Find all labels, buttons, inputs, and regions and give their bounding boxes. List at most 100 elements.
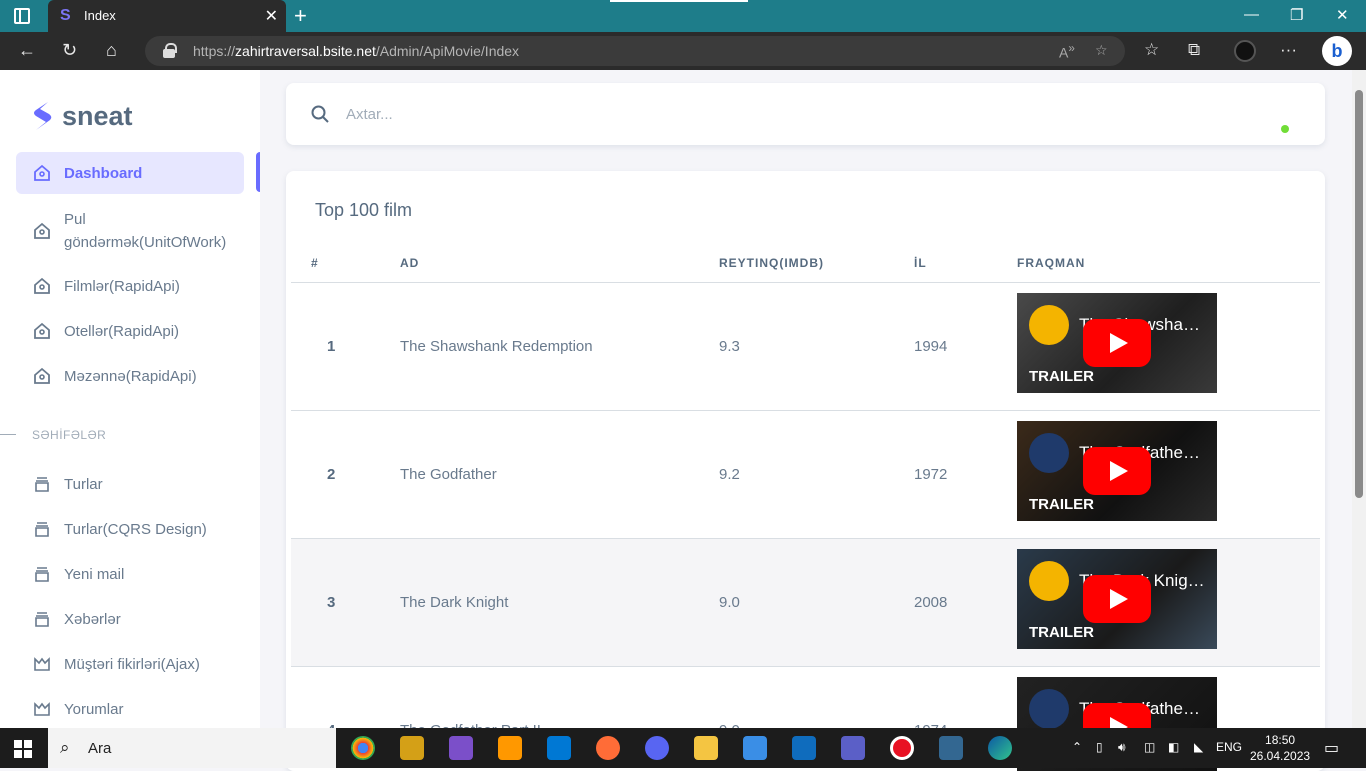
- sidebar-item-tours-cqrs[interactable]: Turlar(CQRS Design): [16, 518, 244, 540]
- channel-avatar-icon[interactable]: [1029, 305, 1069, 345]
- collections-icon[interactable]: ⧉: [1188, 40, 1200, 60]
- app-icon[interactable]: [400, 736, 424, 760]
- record-icon[interactable]: [890, 736, 914, 760]
- sidebar-item-comments[interactable]: Yorumlar: [16, 698, 244, 720]
- chrome-icon[interactable]: [351, 736, 375, 760]
- table-header: # AD REYTINQ(IMDB) İL FRAQMAN: [291, 249, 1320, 283]
- sidebar-item-label: Otellər(RapidApi): [64, 322, 180, 340]
- home-icon[interactable]: ⌂: [106, 40, 117, 61]
- sidebar-item-label: Xəbərlər: [64, 610, 121, 628]
- camera-icon[interactable]: ◫: [1144, 740, 1155, 754]
- sidebar-item-exchange-rates[interactable]: Məzənnə(RapidApi): [16, 365, 244, 387]
- vscode-icon[interactable]: [547, 736, 571, 760]
- trailer-watermark: TRAILER: [1029, 624, 1094, 641]
- table-row: 1 The Shawshank Redemption 9.3 1994 The …: [291, 283, 1320, 411]
- row-movie-name: The Shawshank Redemption: [400, 338, 593, 355]
- sidebar-item-label: Yorumlar: [64, 700, 124, 718]
- home-icon: [34, 367, 50, 384]
- column-header-year: İL: [914, 256, 927, 270]
- online-status-dot: [1281, 125, 1289, 133]
- browser-address-bar: ← ↻ ⌂ https://zahirtraversal.bsite.net/A…: [0, 32, 1366, 70]
- remote-desktop-icon[interactable]: [743, 736, 767, 760]
- trailer-video[interactable]: The Shawsha… TRAILER: [1017, 293, 1217, 393]
- refresh-icon[interactable]: ↻: [62, 40, 77, 61]
- browser-tab[interactable]: S Index ✕: [48, 0, 286, 32]
- row-rating: 9.0: [719, 594, 740, 611]
- lock-icon[interactable]: [163, 43, 177, 58]
- channel-avatar-icon[interactable]: [1029, 433, 1069, 473]
- system-clock[interactable]: 18:50 26.04.2023: [1250, 732, 1310, 764]
- close-tab-icon[interactable]: ✕: [265, 6, 278, 26]
- minimize-icon[interactable]: —: [1244, 6, 1259, 23]
- youtube-play-icon[interactable]: [1083, 319, 1151, 367]
- visual-studio-icon[interactable]: [449, 736, 473, 760]
- sidebar-item-hotels[interactable]: Otellər(RapidApi): [16, 320, 244, 342]
- home-icon: [34, 222, 50, 239]
- sidebar-item-new-mail[interactable]: Yeni mail: [16, 563, 244, 585]
- crown-icon: [34, 702, 50, 716]
- sidebar-item-dashboard[interactable]: Dashboard: [16, 152, 244, 194]
- tab-actions-icon[interactable]: [14, 8, 30, 24]
- add-favorite-icon[interactable]: ☆: [1095, 42, 1108, 59]
- row-movie-name: The Dark Knight: [400, 594, 509, 611]
- bing-icon[interactable]: b: [1322, 36, 1352, 66]
- tab-title: Index: [84, 8, 116, 23]
- file-explorer-icon[interactable]: [694, 736, 718, 760]
- search-icon[interactable]: [310, 104, 330, 124]
- url-field[interactable]: https://zahirtraversal.bsite.net/Admin/A…: [145, 36, 1125, 66]
- sneat-logo-icon: [30, 100, 54, 132]
- trailer-watermark: TRAILER: [1029, 496, 1094, 513]
- mail-icon[interactable]: [792, 736, 816, 760]
- brand[interactable]: sneat: [30, 100, 133, 132]
- pgadmin-icon[interactable]: [939, 736, 963, 760]
- windows-taskbar: ⌕ Ara ⌃ ▯ 🔊︎ ◫ ◧ ◣ ENG 18:50 26.04.2023 …: [0, 728, 1366, 768]
- sidebar-item-label: Turlar(CQRS Design): [64, 520, 207, 538]
- home-icon: [34, 164, 50, 181]
- sidebar-item-movies[interactable]: Filmlər(RapidApi): [16, 275, 244, 297]
- favorites-icon[interactable]: ☆: [1144, 40, 1159, 60]
- sidebar-item-money-transfer[interactable]: Pul göndərmək(UnitOfWork): [16, 207, 244, 255]
- trailer-watermark: TRAILER: [1029, 368, 1094, 385]
- app-icon[interactable]: [841, 736, 865, 760]
- battery-icon[interactable]: ▯: [1096, 740, 1103, 754]
- page-scrollbar-thumb[interactable]: [1355, 90, 1363, 498]
- windows-start-icon[interactable]: [14, 740, 32, 758]
- layers-icon: [35, 522, 49, 537]
- row-rank: 2: [327, 466, 336, 483]
- clock-time: 18:50: [1265, 733, 1296, 747]
- close-window-icon[interactable]: ✕: [1336, 6, 1349, 24]
- discord-icon[interactable]: [645, 736, 669, 760]
- channel-avatar-icon[interactable]: [1029, 689, 1069, 729]
- sidebar-item-testimonials[interactable]: Müştəri fikirləri(Ajax): [16, 653, 244, 675]
- restore-icon[interactable]: ❐: [1290, 6, 1303, 24]
- new-tab-icon[interactable]: +: [294, 3, 307, 29]
- wifi-icon[interactable]: ◣: [1194, 740, 1203, 754]
- volume-icon[interactable]: 🔊︎: [1118, 740, 1126, 755]
- network-icon[interactable]: ◧: [1168, 740, 1179, 754]
- search-input[interactable]: [346, 101, 746, 127]
- youtube-play-icon[interactable]: [1083, 575, 1151, 623]
- back-icon[interactable]: ←: [18, 40, 36, 61]
- youtube-play-icon[interactable]: [1083, 447, 1151, 495]
- trailer-video[interactable]: The Godfathe… TRAILER: [1017, 421, 1217, 521]
- language-indicator[interactable]: ENG: [1216, 740, 1242, 754]
- sidebar-item-label: Filmlər(RapidApi): [64, 277, 180, 295]
- layers-icon: [35, 612, 49, 627]
- more-options-icon[interactable]: ···: [1280, 40, 1297, 60]
- postman-icon[interactable]: [596, 736, 620, 760]
- taskbar-search[interactable]: ⌕ Ara: [48, 728, 336, 768]
- read-aloud-icon[interactable]: A»: [1059, 42, 1075, 61]
- edge-icon[interactable]: [988, 736, 1012, 760]
- column-header-rank: #: [311, 256, 319, 270]
- profile-avatar[interactable]: [1234, 40, 1256, 62]
- sidebar-item-tours[interactable]: Turlar: [16, 473, 244, 495]
- sublime-text-icon[interactable]: [498, 736, 522, 760]
- trailer-video[interactable]: The Dark Knig… TRAILER: [1017, 549, 1217, 649]
- active-indicator: [256, 152, 260, 192]
- notification-icon[interactable]: ▭: [1324, 738, 1339, 758]
- channel-avatar-icon[interactable]: [1029, 561, 1069, 601]
- chevron-up-icon[interactable]: ⌃: [1072, 740, 1082, 754]
- home-icon: [34, 277, 50, 294]
- top-navbar: [286, 83, 1325, 145]
- sidebar-item-news[interactable]: Xəbərlər: [16, 608, 244, 630]
